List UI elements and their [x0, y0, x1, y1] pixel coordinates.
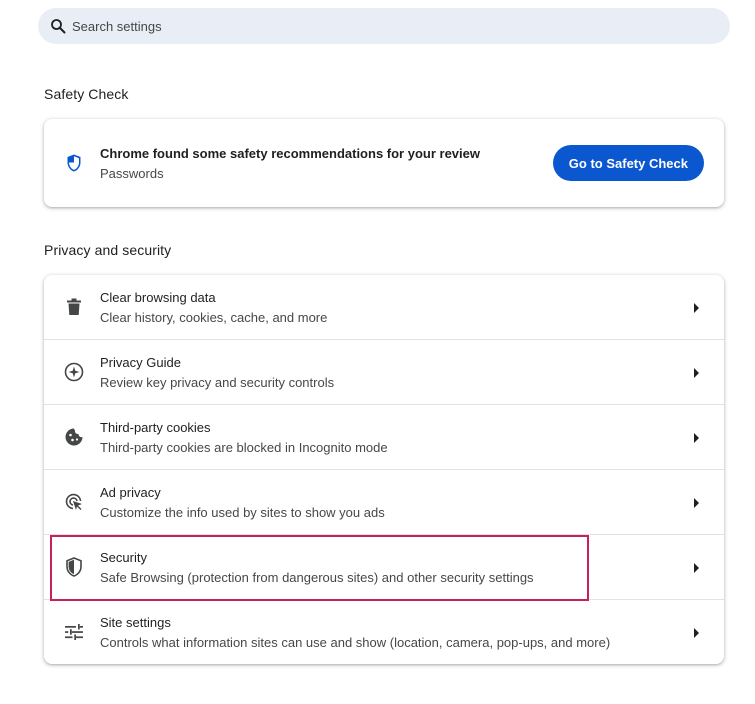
row-title: Clear browsing data: [100, 290, 216, 305]
search-bar[interactable]: [38, 8, 730, 44]
safety-check-message: Chrome found some safety recommendations…: [100, 146, 480, 161]
row-subtitle: Third-party cookies are blocked in Incog…: [100, 440, 388, 455]
chevron-right-icon: [692, 301, 700, 313]
shield-icon: [64, 557, 84, 577]
row-site-settings[interactable]: Site settings Controls what information …: [44, 599, 724, 664]
chevron-right-icon: [692, 496, 700, 508]
ad-privacy-icon: [64, 492, 84, 512]
sliders-icon: [64, 622, 84, 642]
cookie-icon: [64, 427, 84, 447]
chevron-right-icon: [692, 366, 700, 378]
privacy-security-card: Clear browsing data Clear history, cooki…: [44, 275, 724, 664]
search-icon: [50, 18, 66, 34]
row-title: Security: [100, 550, 147, 565]
go-to-safety-check-button[interactable]: Go to Safety Check: [552, 145, 704, 181]
chevron-right-icon: [692, 626, 700, 638]
row-ad-privacy[interactable]: Ad privacy Customize the info used by si…: [44, 469, 724, 534]
safety-check-text: Chrome found some safety recommendations…: [100, 146, 480, 182]
search-input[interactable]: [72, 14, 672, 38]
row-subtitle: Review key privacy and security controls: [100, 375, 335, 390]
row-subtitle: Safe Browsing (protection from dangerous…: [100, 570, 534, 585]
settings-page: Safety Check Chrome found some safety re…: [0, 0, 755, 704]
row-title: Privacy Guide: [100, 355, 181, 370]
safety-check-card: Chrome found some safety recommendations…: [44, 119, 724, 207]
shield-check-icon: [64, 153, 84, 173]
chevron-right-icon: [692, 561, 700, 573]
row-security[interactable]: Security Safe Browsing (protection from …: [44, 534, 724, 599]
trash-icon: [64, 297, 84, 317]
row-title: Third-party cookies: [100, 420, 211, 435]
row-subtitle: Customize the info used by sites to show…: [100, 505, 385, 520]
row-privacy-guide[interactable]: Privacy Guide Review key privacy and sec…: [44, 339, 724, 404]
row-subtitle: Clear history, cookies, cache, and more: [100, 310, 328, 325]
privacy-security-heading: Privacy and security: [44, 242, 172, 258]
row-title: Site settings: [100, 615, 171, 630]
row-subtitle: Controls what information sites can use …: [100, 635, 611, 650]
compass-icon: [64, 362, 84, 382]
safety-check-submessage: Passwords: [100, 166, 164, 181]
row-title: Ad privacy: [100, 485, 161, 500]
safety-check-heading: Safety Check: [44, 86, 129, 102]
row-clear-browsing-data[interactable]: Clear browsing data Clear history, cooki…: [44, 275, 724, 339]
chevron-right-icon: [692, 431, 700, 443]
row-third-party-cookies[interactable]: Third-party cookies Third-party cookies …: [44, 404, 724, 469]
